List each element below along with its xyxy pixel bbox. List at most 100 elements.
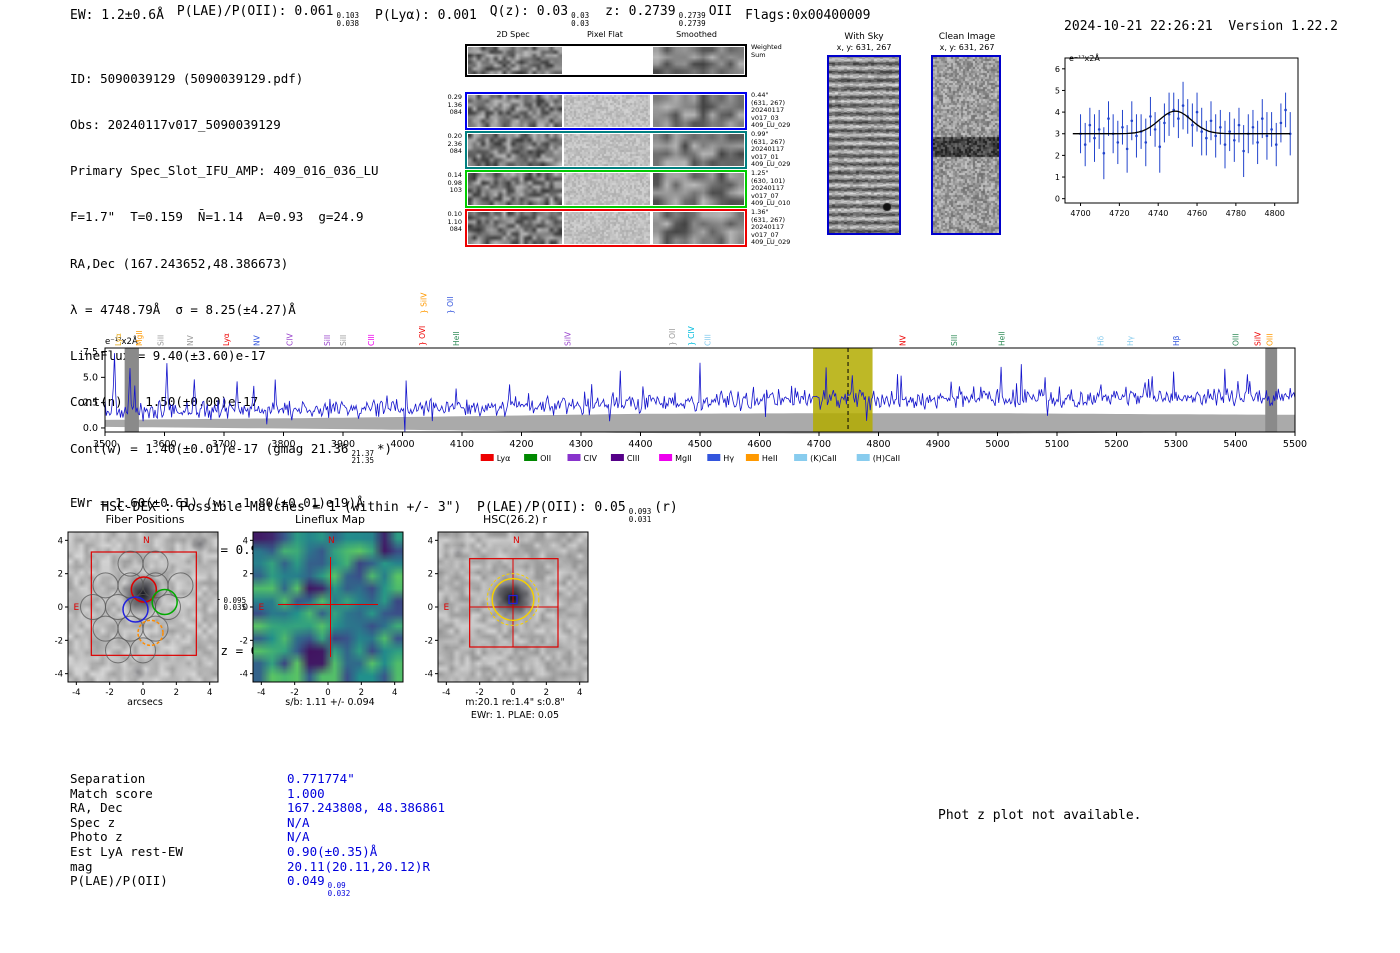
- data-point: [1083, 143, 1087, 146]
- lineflux-map-overlay: -4-4-2-2002244 NE: [240, 531, 404, 698]
- legend-label: Hγ: [723, 454, 734, 463]
- hsc-caption-1: m:20.1 re:1.4" s:0.8": [465, 697, 565, 708]
- data-point: [1214, 134, 1217, 138]
- emission-line-label: MgII: [135, 330, 144, 346]
- with-sky-title: With Sky: [844, 32, 884, 42]
- fiber-positions-panel: Fiber Positions -4 -4 -2 -2 0 0 2 2 4 4 N E arcsecs: [55, 512, 235, 727]
- emission-line-label: SiII: [323, 335, 332, 346]
- y-tick-label: 0: [1055, 195, 1060, 204]
- x-tick-label: 4740: [1148, 209, 1168, 218]
- match-value: N/A: [287, 814, 310, 830]
- x-tick-label: 4760: [1187, 209, 1207, 218]
- report-header: EW: 1.2±0.6Å P(LAE)/P(OII): 0.061 0.103 0.…: [70, 4, 883, 27]
- elixer-report: EW: 1.2±0.6Å P(LAE)/P(OII): 0.061 0.103 0.…: [0, 0, 1400, 953]
- cutout-row-right-label: 1.36" (631, 267) 20240117 v017_07 409_LU…: [751, 208, 791, 247]
- cutout-2d-spec: [468, 47, 562, 74]
- z-value: z: 0.2739 0.2739 0.2739 OII: [605, 4, 732, 27]
- hsc-caption-2: EWr: 1. PLAE: 0.05: [470, 710, 560, 721]
- compass-east: E: [443, 603, 449, 613]
- z-text: z: 0.2739: [605, 4, 676, 19]
- y-tick-label: -2: [425, 636, 433, 646]
- plae-lower: 0.038: [336, 18, 360, 28]
- fiber-positions-overlay: -4-4-2-2002244 NE: [55, 531, 219, 698]
- ew-value: EW: 1.2±0.6Å: [70, 7, 164, 23]
- data-point: [1116, 141, 1120, 144]
- compass-north: N: [513, 536, 520, 546]
- emission-highlight-band: [813, 348, 873, 432]
- match-label: mag: [70, 858, 93, 874]
- data-point: [1279, 121, 1283, 125]
- data-point: [1135, 134, 1138, 138]
- data-point: [1284, 108, 1287, 112]
- y-tick-label: 2: [1055, 151, 1060, 160]
- data-point: [1219, 125, 1222, 129]
- x-tick-label: 4300: [569, 439, 593, 450]
- y-tick-label: -2: [55, 636, 63, 646]
- photz-note: Phot z plot not available.: [938, 808, 1142, 823]
- emission-line-label: Hγ: [1126, 335, 1135, 346]
- emission-line-label: } SiIV: [419, 292, 428, 314]
- data-point: [1163, 121, 1166, 125]
- cutout-smoothed: [653, 212, 744, 244]
- data-point: [1158, 145, 1162, 149]
- match-label: Spec z: [70, 814, 116, 830]
- data-point: [1088, 123, 1092, 127]
- fiber-circle: [92, 615, 119, 642]
- legend-label: OII: [540, 454, 551, 463]
- cutout-pixel-flat: [564, 95, 650, 127]
- cutout-smoothed: [653, 95, 744, 127]
- x-tick-label: 4720: [1109, 209, 1129, 218]
- legend-label: (H)CaII: [873, 454, 900, 463]
- match-row: Separation 0.771774": [70, 771, 445, 787]
- match-value: 0.049: [287, 873, 325, 889]
- x-tick-label: 3500: [93, 439, 117, 450]
- data-point: [1125, 147, 1129, 151]
- data-point: [1260, 117, 1264, 120]
- lineflux-map-panel: Lineflux Map -4 -4 -2 -2 0 0 2 2 4 4 N E s/b: 1.11 …: [240, 512, 420, 727]
- cutout-pixel-flat: [564, 134, 650, 166]
- x-tick-label: 4800: [1265, 209, 1285, 218]
- plae-uncertainty: 0.103 0.038: [336, 12, 359, 27]
- x-tick-label: 5200: [1104, 439, 1128, 450]
- data-point: [1195, 110, 1199, 114]
- cutout-row: [465, 44, 747, 77]
- y-axis-label: e⁻¹⁷x2Å: [1069, 52, 1100, 63]
- legend-swatch: [794, 454, 808, 461]
- y-tick-label: 0.0: [83, 423, 98, 434]
- match-value: 1.000: [287, 785, 325, 801]
- match-row: mag 20.11(20.11,20.12)R: [70, 858, 445, 875]
- match-row: Spec z N/A: [70, 814, 445, 831]
- noise-envelope: [105, 413, 1295, 434]
- emission-line-label: Hδ: [1096, 335, 1105, 346]
- match-label: Est LyA rest-EW: [70, 843, 183, 859]
- match-table: Separation 0.771774" Match score 1.000 RA, D…: [70, 771, 445, 897]
- clean-image-title: Clean Image: [938, 32, 996, 42]
- full-spectrum-plot: 3500 3600 3700 3800 3900 4000 4100 4200 4300 4400…: [83, 292, 1307, 463]
- match-label: Photo z: [70, 829, 123, 845]
- line-fit-plot: 4700 4720 4740 4760 4780 4800 0 1 2 3 4 5 6 e⁻¹⁷x2Å: [1055, 52, 1299, 218]
- y-tick-label: 0: [243, 603, 248, 613]
- with-sky-coords: x, y: 631, 267: [836, 43, 892, 52]
- match-outline: [469, 558, 559, 648]
- emission-line-label: NV: [186, 334, 195, 346]
- data-point: [1233, 138, 1236, 142]
- emission-line-label: CIV: [285, 333, 294, 346]
- x-tick-label: 4800: [866, 439, 890, 450]
- x-tick-label: 3900: [331, 439, 355, 450]
- cutout-smoothed: [653, 173, 744, 205]
- y-tick-label: -4: [55, 670, 63, 680]
- emission-line-label: Hβ: [1172, 335, 1181, 346]
- cutout-2d-spec: [468, 134, 562, 166]
- emission-line-label: SiII: [339, 335, 348, 346]
- clean-image: [931, 55, 1001, 235]
- x-tick-label: 5100: [1045, 439, 1069, 450]
- match-label: Separation: [70, 771, 146, 786]
- z-lower: 0.2739: [678, 18, 706, 28]
- data-point: [1093, 136, 1096, 140]
- y-tick-label: -4: [240, 670, 248, 680]
- data-point: [1200, 130, 1203, 133]
- hsc-r-panel: HSC(26.2) r -4 -4 -2 -2 0 0 2 2 4 4 N E m:20.1 re:1…: [425, 512, 605, 727]
- match-row: Photo z N/A: [70, 830, 445, 845]
- y-tick-label: 0: [428, 603, 433, 613]
- emission-line-label: SiIV: [563, 331, 572, 346]
